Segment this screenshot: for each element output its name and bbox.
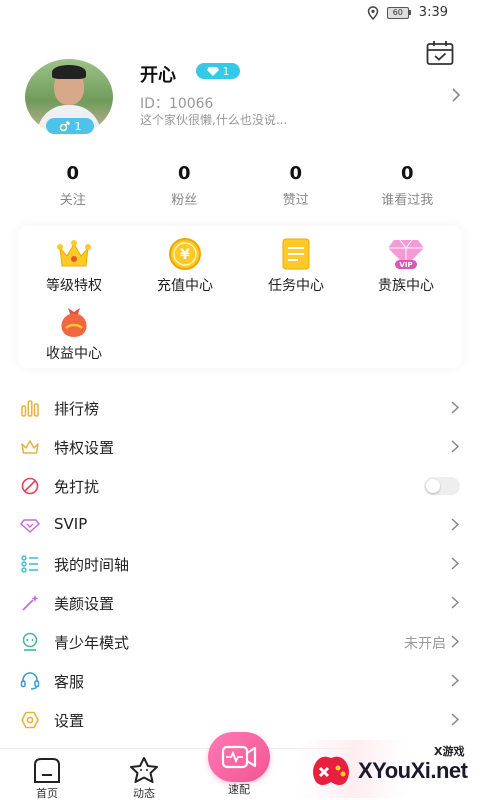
stat-liked[interactable]: 0 赞过 [240, 163, 352, 208]
male-icon [59, 121, 69, 131]
chevron-right-icon [451, 713, 460, 726]
menu-label: 免打扰 [54, 478, 100, 496]
menu-item-ranking[interactable]: 排行榜 [0, 388, 480, 427]
status-bar: 60 3:39 [0, 0, 480, 26]
stats-row: 0 关注 0 粉丝 0 赞过 0 谁看过我 [0, 163, 480, 208]
gender-level: 1 [74, 119, 82, 133]
menu-item-do-not-disturb[interactable]: 免打扰 [0, 466, 480, 505]
tab-label: 速配 [228, 783, 250, 796]
menu-label: 设置 [54, 712, 85, 730]
chevron-right-icon [451, 596, 460, 609]
task-icon [282, 238, 310, 270]
tab-home[interactable]: 首页 [17, 756, 77, 800]
menu-label: 我的时间轴 [54, 556, 130, 574]
svg-text:VIP: VIP [399, 261, 412, 269]
stat-following[interactable]: 0 关注 [17, 163, 129, 208]
money-bag-icon [61, 308, 87, 337]
watermark-small-text: X游戏 [434, 745, 465, 758]
svg-text:¥: ¥ [180, 247, 190, 263]
chevron-right-icon [451, 674, 460, 687]
stat-label: 谁看过我 [381, 193, 434, 208]
shortcut-recharge[interactable]: ¥ 充值中心 [135, 236, 235, 295]
menu-label: SVIP [54, 515, 88, 533]
menu-label: 美颜设置 [54, 595, 115, 613]
do-not-disturb-icon [21, 477, 39, 495]
clock: 3:39 [418, 5, 448, 20]
svip-icon [20, 519, 40, 533]
stat-label: 关注 [59, 193, 86, 208]
shortcut-noble[interactable]: VIP 贵族中心 [356, 236, 456, 295]
stat-fans[interactable]: 0 粉丝 [129, 163, 241, 208]
menu-item-svip[interactable]: SVIP [0, 505, 480, 544]
battery-level: 60 [386, 6, 409, 19]
home-icon [34, 758, 60, 783]
stat-visitors[interactable]: 0 谁看过我 [352, 163, 464, 208]
user-id: ID：10066 [140, 96, 214, 112]
tab-feed[interactable]: 动态 [114, 756, 174, 800]
shortcut-level-privilege[interactable]: 等级特权 [24, 236, 124, 295]
chevron-right-icon[interactable] [450, 87, 462, 103]
stat-label: 赞过 [282, 193, 309, 208]
stat-value: 0 [400, 163, 414, 184]
beauty-wand-icon [22, 595, 39, 611]
tab-label: 首页 [36, 787, 58, 800]
shortcut-task[interactable]: 任务中心 [246, 236, 346, 295]
shortcut-label: 收益中心 [46, 346, 102, 362]
nickname: 开心 [140, 65, 176, 86]
stat-value: 0 [177, 163, 191, 184]
chevron-right-icon [451, 557, 460, 570]
menu-label: 特权设置 [54, 439, 115, 457]
chevron-right-icon [451, 635, 460, 648]
ranking-icon [21, 400, 39, 417]
watermark-site-text: XYouXi.net [358, 758, 468, 783]
tab-label: 动态 [133, 787, 155, 800]
customer-service-icon [20, 672, 40, 690]
gender-badge: 1 [46, 118, 94, 134]
settings-menu: 排行榜 特权设置 免打扰 SVIP 我的时间轴 美颜设置 青少年模式 未开启 客… [0, 388, 480, 739]
stat-value: 0 [289, 163, 303, 184]
menu-label: 排行榜 [54, 400, 100, 418]
stat-label: 粉丝 [171, 193, 198, 208]
menu-item-beauty[interactable]: 美颜设置 [0, 583, 480, 622]
timeline-icon [21, 555, 38, 573]
profile-header[interactable]: 1 开心 1 ID：10066 这个家伙很懒,什么也没说... [0, 56, 480, 136]
gamepad-logo-icon [313, 756, 349, 785]
star-face-icon [130, 757, 158, 783]
battery-icon: 60 [386, 6, 411, 19]
settings-icon [21, 711, 39, 729]
menu-item-privilege-settings[interactable]: 特权设置 [0, 427, 480, 466]
youth-mode-status: 未开启 [404, 636, 446, 652]
location-icon [367, 5, 379, 20]
stat-value: 0 [66, 163, 80, 184]
crown-icon [57, 240, 91, 267]
chevron-right-icon [451, 440, 460, 453]
menu-item-timeline[interactable]: 我的时间轴 [0, 544, 480, 583]
video-pulse-icon [221, 745, 257, 769]
vip-level: 1 [222, 64, 230, 78]
diamond-vip-icon: VIP [388, 239, 424, 269]
menu-label: 客服 [54, 673, 85, 691]
vip-level-badge: 1 [196, 63, 240, 79]
menu-label: 青少年模式 [54, 634, 130, 652]
menu-item-youth-mode[interactable]: 青少年模式 未开启 [0, 622, 480, 661]
do-not-disturb-toggle[interactable] [424, 477, 460, 495]
shortcut-label: 贵族中心 [378, 278, 434, 294]
youth-mode-icon [22, 632, 38, 651]
shortcut-label: 等级特权 [46, 278, 102, 294]
privilege-crown-icon [21, 440, 39, 454]
chevron-right-icon [451, 518, 460, 531]
watermark: X游戏 XYouXi.net [300, 740, 480, 798]
diamond-icon [206, 66, 219, 76]
shortcut-panel: 等级特权 ¥ 充值中心 任务中心 VIP 贵族中心 收益中心 [18, 226, 462, 368]
shortcut-earnings[interactable]: 收益中心 [24, 304, 124, 363]
signature: 这个家伙很懒,什么也没说... [140, 113, 288, 127]
shortcut-label: 任务中心 [268, 278, 324, 294]
coin-icon: ¥ [169, 238, 201, 270]
shortcut-label: 充值中心 [157, 278, 213, 294]
chevron-right-icon [451, 401, 460, 414]
tab-quick-match-button[interactable] [208, 732, 270, 782]
menu-item-customer-service[interactable]: 客服 [0, 661, 480, 700]
